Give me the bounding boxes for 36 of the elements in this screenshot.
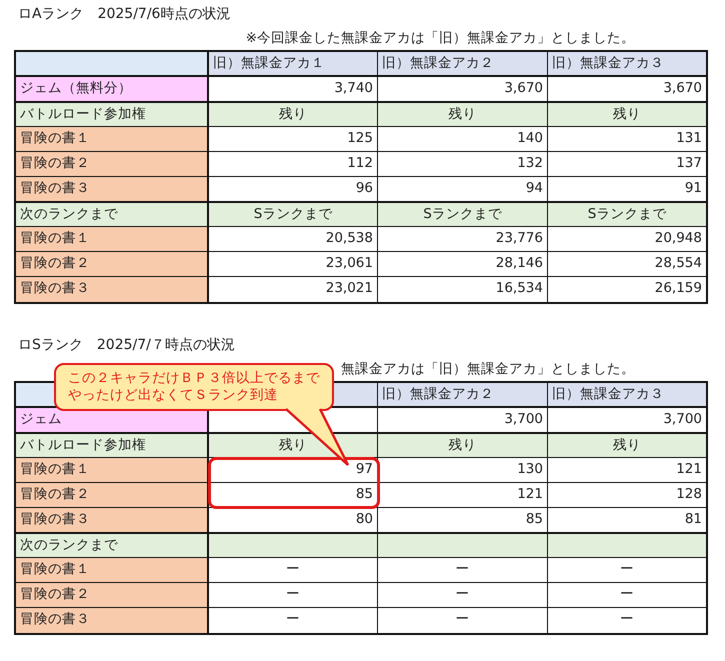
row-label-cell: 冒険の書１ — [16, 558, 208, 582]
row-label-cell: 冒険の書３ — [16, 508, 208, 532]
table-cell: Sランクまで — [377, 203, 547, 226]
row-label-cell: 冒険の書１ — [16, 127, 208, 151]
row-label-cell: 冒険の書３ — [16, 177, 208, 201]
table-cell: 旧）無課金アカ２ — [377, 383, 547, 406]
row-label-cell: 冒険の書１ — [16, 458, 208, 482]
table-cell: Sランクまで — [208, 203, 377, 226]
row-label-cell: バトルロード参加権 — [16, 434, 208, 457]
row-label-cell: 冒険の書３ — [16, 608, 208, 633]
row-label-cell: ジェム（無料分） — [16, 77, 208, 101]
row-label-cell: 冒険の書１ — [16, 227, 208, 251]
row-label-cell: ジェム — [16, 408, 208, 432]
section-title: ロSランク 2025/7/７時点の状況 — [17, 336, 236, 355]
row-label-cell: 次のランクまで — [16, 203, 208, 226]
table-cell: 残り — [208, 434, 377, 457]
row-label-cell: 冒険の書２ — [16, 583, 208, 607]
table-cell: 旧）無課金アカ３ — [547, 52, 706, 75]
table-cell: Sランクまで — [547, 203, 706, 226]
row-label-cell: 冒険の書３ — [16, 277, 208, 302]
note-text: 無課金アカは「旧）無課金アカ」としました。 — [341, 360, 635, 379]
table-cell: 残り — [377, 434, 547, 457]
table-cell: 残り — [208, 103, 377, 126]
row-label-cell: 冒険の書２ — [16, 152, 208, 176]
table-cell: 旧）無課金アカ３ — [547, 383, 706, 406]
row-label-cell: 次のランクまで — [16, 534, 208, 557]
row-label-cell: 冒険の書２ — [16, 483, 208, 507]
table-cell: 残り — [547, 103, 706, 126]
note-text: ※今回課金した無課金アカは「旧）無課金アカ」としました。 — [246, 29, 635, 48]
section-title: ロAランク 2025/7/6時点の状況 — [17, 5, 232, 24]
table-cell: 旧）無課金アカ２ — [377, 52, 547, 75]
row-label-cell: バトルロード参加権 — [16, 103, 208, 126]
row-label-cell: 冒険の書２ — [16, 252, 208, 276]
table-cell: 旧）無課金アカ１ — [208, 52, 377, 75]
table-cell: 残り — [547, 434, 706, 457]
table-cell: 残り — [377, 103, 547, 126]
